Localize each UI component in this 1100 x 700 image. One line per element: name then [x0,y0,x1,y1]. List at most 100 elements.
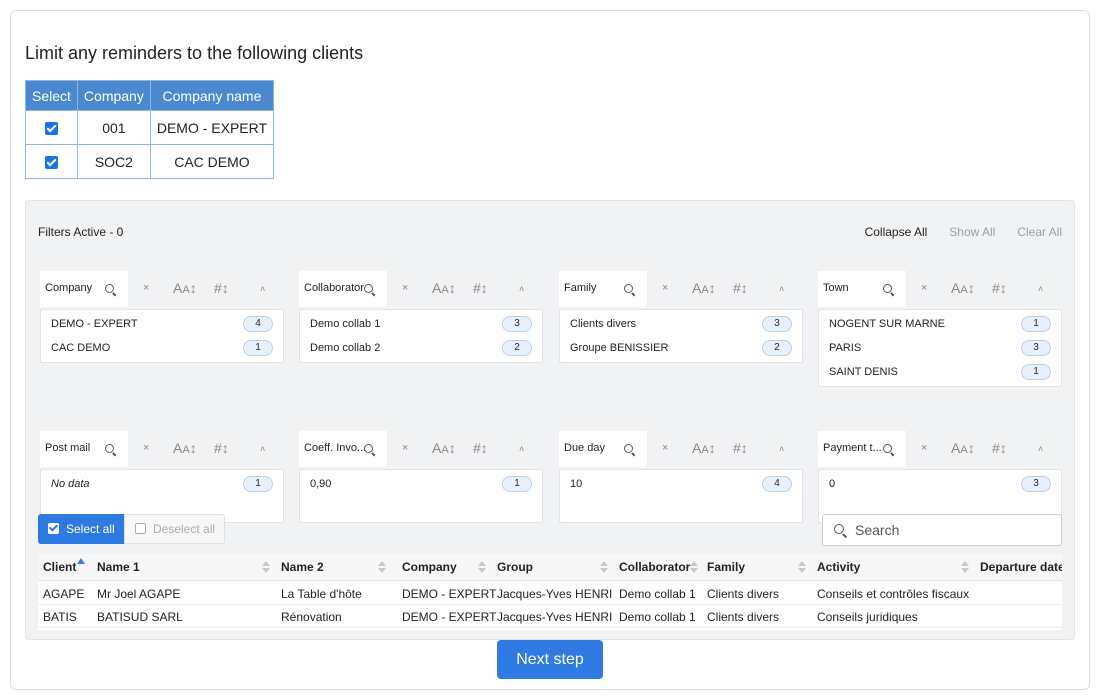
grid-cell: Clients divers [707,610,780,624]
collapse-icon[interactable]: ˄ [519,444,524,454]
sort-icon[interactable] [478,561,486,574]
sort-numeric-icon[interactable]: #↕ [992,280,1007,296]
clear-icon[interactable]: × [143,282,149,294]
facet-list: 0,90 1 [299,469,543,523]
sort-numeric-icon[interactable]: #↕ [214,280,229,296]
collapse-all-button[interactable]: Collapse All [865,225,928,239]
facet-list: NOGENT SUR MARNE 1 PARIS 3 SAINT DENIS 1 [818,309,1062,387]
grid-column-header[interactable]: Client [43,554,76,581]
collapse-icon[interactable]: ˄ [519,284,524,294]
facet-label: Collaborator [304,282,364,294]
grid-column-header[interactable]: Collaborator [619,554,690,581]
sort-numeric-icon[interactable]: #↕ [992,440,1007,456]
facet-item[interactable]: 10 4 [560,472,802,496]
facet-item[interactable]: Groupe BENISSIER 2 [560,336,802,360]
select-checkbox[interactable] [44,122,58,136]
collapse-icon[interactable]: ˄ [1038,444,1043,454]
clear-icon[interactable]: × [662,282,668,294]
facet-search-input[interactable]: Town [818,271,906,307]
facet-item-label: DEMO - EXPERT [51,318,138,330]
sort-numeric-icon[interactable]: #↕ [473,280,488,296]
select-checkbox[interactable] [44,156,58,170]
grid-column-header[interactable]: Group [497,554,533,581]
sort-numeric-icon[interactable]: #↕ [214,440,229,456]
facet-search-input[interactable]: Coeff. Invo... [299,431,387,467]
facet-item[interactable]: DEMO - EXPERT 4 [41,312,283,336]
facet-item[interactable]: Demo collab 2 2 [300,336,542,360]
grid-column-header[interactable]: Name 1 [97,554,140,581]
search-input[interactable] [853,519,1053,541]
clear-icon[interactable]: × [662,442,668,454]
sort-alpha-icon[interactable]: AA↕ [173,440,197,456]
sort-icon[interactable] [378,561,386,574]
sort-icon[interactable] [600,561,608,574]
sort-alpha-icon[interactable]: AA↕ [692,280,716,296]
facet-item[interactable]: Clients divers 3 [560,312,802,336]
clear-icon[interactable]: × [402,442,408,454]
facet-search-input[interactable]: Post mail [40,431,128,467]
facet-search-input[interactable]: Company [40,271,128,307]
clear-icon[interactable]: × [402,282,408,294]
sort-ascending-icon[interactable] [77,558,85,564]
facet-item[interactable]: PARIS 3 [819,336,1061,360]
clear-icon[interactable]: × [921,282,927,294]
facet-post-mail: Post mail × AA↕ #↕ ˄ No data 1 [40,431,284,523]
deselect-all-button[interactable]: Deselect all [124,514,225,544]
facet-item[interactable]: Demo collab 1 3 [300,312,542,336]
facet-item[interactable]: SAINT DENIS 1 [819,360,1061,384]
facet-search-input[interactable]: Due day [559,431,647,467]
facet-payment-t: Payment t... × AA↕ #↕ ˄ 0 3 [818,431,1062,523]
facet-search-input[interactable]: Payment t... [818,431,906,467]
facet-search-input[interactable]: Collaborator [299,271,387,307]
next-step-button[interactable]: Next step [497,640,603,679]
sort-numeric-icon[interactable]: #↕ [733,440,748,456]
table-row[interactable]: BATIS BATISUD SARL Rénovation DEMO - EXPERT… [38,605,1062,628]
sort-alpha-icon[interactable]: AA↕ [951,280,975,296]
facet-item-count: 3 [1021,476,1051,492]
facet-item[interactable]: 03 [819,472,1061,496]
sort-alpha-icon[interactable]: AA↕ [692,440,716,456]
sort-numeric-icon[interactable]: #↕ [733,280,748,296]
grid-cell: Clients divers [707,587,780,601]
grid-cell: Mr Joel AGAPE [97,587,181,601]
clear-icon[interactable]: × [921,442,927,454]
facet-header: Payment t... × AA↕ #↕ ˄ [818,431,1062,467]
sort-icon[interactable] [798,561,806,574]
facet-item[interactable]: NOGENT SUR MARNE 1 [819,312,1061,336]
facet-company: Company × AA↕ #↕ ˄ DEMO - EXPERT 4 CAC DEMO 1 [40,271,284,363]
show-all-button[interactable]: Show All [949,225,995,239]
grid-column-header[interactable]: Name 2 [281,554,324,581]
search-field[interactable] [822,514,1062,546]
sort-icon[interactable] [690,561,698,574]
search-icon [624,284,633,293]
sort-numeric-icon[interactable]: #↕ [473,440,488,456]
collapse-icon[interactable]: ˄ [260,444,265,454]
facet-item[interactable]: 0,90 1 [300,472,542,496]
facet-item[interactable]: No data 1 [41,472,283,496]
facet-item-label: Demo collab 2 [310,342,381,354]
sort-alpha-icon[interactable]: AA↕ [951,440,975,456]
facet-item-count: 1 [243,340,273,356]
sort-alpha-icon[interactable]: AA↕ [432,440,456,456]
select-all-button[interactable]: Select all [38,514,124,544]
clear-icon[interactable]: × [143,442,149,454]
collapse-icon[interactable]: ˄ [260,284,265,294]
facet-search-input[interactable]: Family [559,271,647,307]
collapse-icon[interactable]: ˄ [1038,284,1043,294]
facet-label: Family [564,282,597,294]
grid-column-header[interactable]: Departure date [980,554,1062,581]
facet-header: Town × AA↕ #↕ ˄ [818,271,1062,307]
sort-alpha-icon[interactable]: AA↕ [173,280,197,296]
table-row[interactable]: AGAPE Mr Joel AGAPE La Table d'hôte DEMO - … [38,582,1062,605]
facet-item-label: 10 [570,478,583,490]
clear-all-button[interactable]: Clear All [1017,225,1062,239]
sort-alpha-icon[interactable]: AA↕ [432,280,456,296]
sort-icon[interactable] [961,561,969,574]
grid-column-header[interactable]: Company [402,554,457,581]
facet-item[interactable]: CAC DEMO 1 [41,336,283,360]
sort-icon[interactable] [262,561,270,574]
grid-column-header[interactable]: Activity [817,554,860,581]
collapse-icon[interactable]: ˄ [779,444,784,454]
collapse-icon[interactable]: ˄ [779,284,784,294]
grid-column-header[interactable]: Family [707,554,745,581]
